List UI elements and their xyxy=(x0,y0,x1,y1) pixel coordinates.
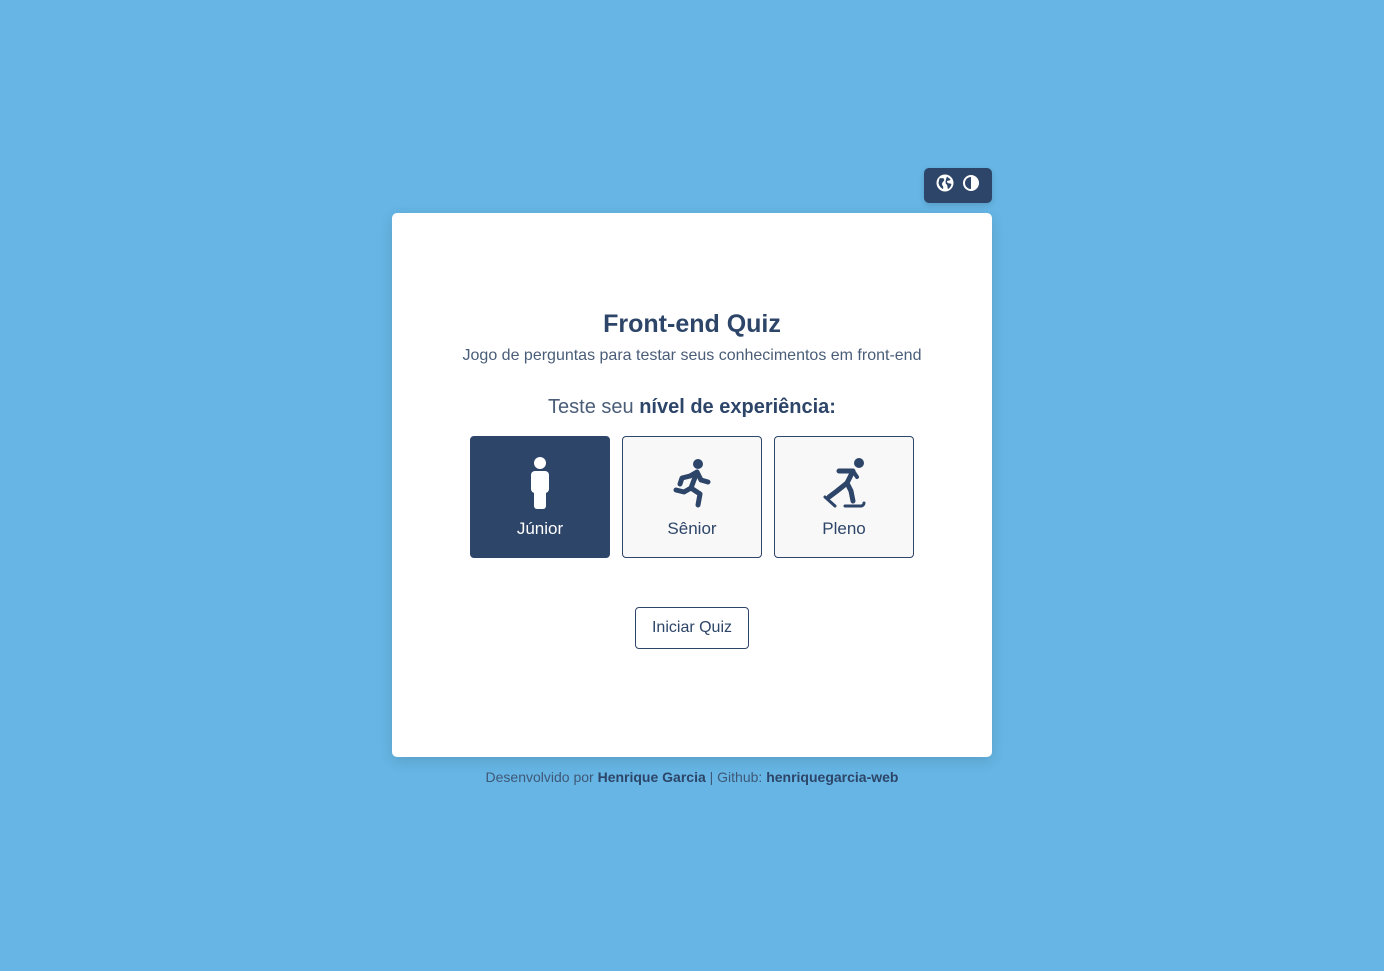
level-label-pleno: Pleno xyxy=(822,519,866,538)
contrast-icon xyxy=(962,174,980,197)
level-prompt-bold: nível de experiência: xyxy=(639,396,836,418)
level-prompt: Teste seu nível de experiência: xyxy=(392,396,992,419)
level-label-junior: Júnior xyxy=(516,519,564,538)
level-option-senior[interactable]: Sênior xyxy=(622,436,762,558)
level-label-senior: Sênior xyxy=(667,519,717,538)
footer-github-prefix: | Github: xyxy=(705,769,767,785)
footer: Desenvolvido por Henrique Garcia | Githu… xyxy=(0,769,1384,785)
page-title: Front-end Quiz xyxy=(603,310,781,338)
globe-icon xyxy=(936,174,954,197)
page-subtitle: Jogo de perguntas para testar seus conhe… xyxy=(462,347,922,364)
language-button[interactable] xyxy=(936,174,954,197)
person-standing-icon xyxy=(514,456,566,510)
person-skating-icon xyxy=(818,456,870,510)
footer-dev-prefix: Desenvolvido por xyxy=(485,769,598,785)
settings-toolbar xyxy=(924,168,992,203)
level-option-pleno[interactable]: Pleno xyxy=(774,436,914,558)
quiz-card: Front-end Quiz Jogo de perguntas para te… xyxy=(392,213,992,757)
github-link[interactable]: henriquegarcia-web xyxy=(766,769,898,785)
start-quiz-button[interactable]: Iniciar Quiz xyxy=(635,607,749,649)
developer-link[interactable]: Henrique Garcia xyxy=(598,769,706,785)
level-options: Júnior Sênior Pleno xyxy=(470,436,914,558)
theme-toggle-button[interactable] xyxy=(962,174,980,197)
level-option-junior[interactable]: Júnior xyxy=(470,436,610,558)
level-prompt-prefix: Teste seu xyxy=(548,396,640,418)
person-running-icon xyxy=(666,456,718,510)
